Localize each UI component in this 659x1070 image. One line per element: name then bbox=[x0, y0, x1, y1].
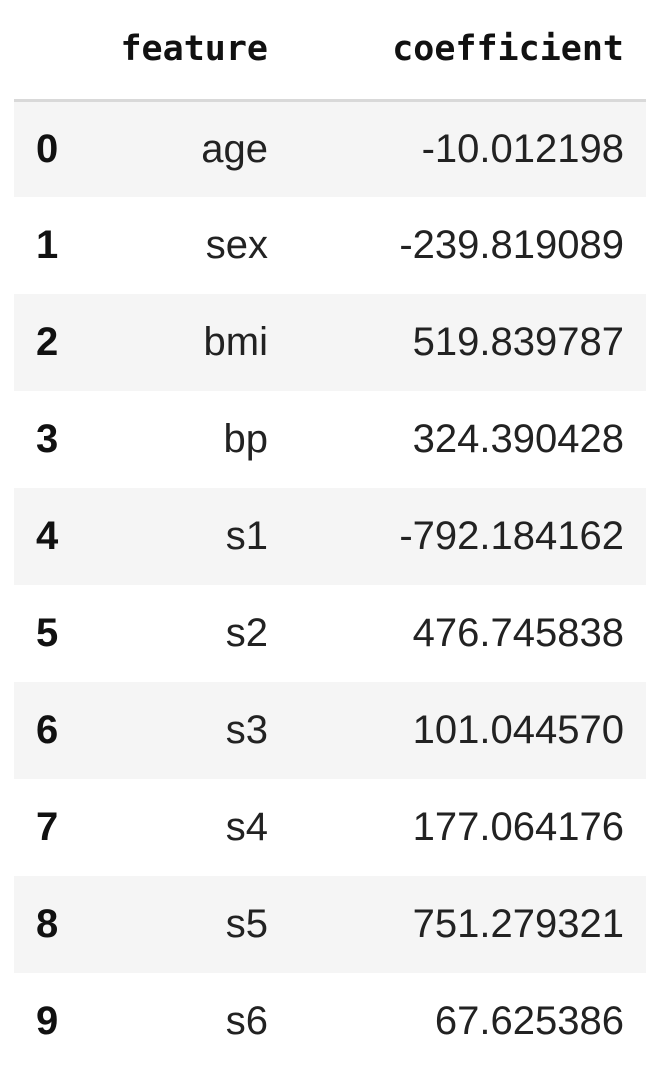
feature-cell: s4 bbox=[225, 805, 268, 849]
coefficient-cell: 177.064176 bbox=[412, 805, 624, 849]
table-row: 9 s6 67.625386 bbox=[14, 973, 646, 1070]
table-body: 0 age -10.012198 1 sex -239.819089 2 bmi… bbox=[14, 100, 646, 1070]
feature-cell: s6 bbox=[225, 999, 268, 1043]
table-row: 3 bp 324.390428 bbox=[14, 391, 646, 488]
row-index: 9 bbox=[36, 999, 59, 1043]
coefficient-column-header: coefficient bbox=[290, 0, 646, 102]
feature-cell: s3 bbox=[225, 708, 268, 752]
row-index: 0 bbox=[36, 126, 59, 171]
table-row: 4 s1 -792.184162 bbox=[14, 488, 646, 585]
header-row: feature coefficient bbox=[14, 0, 646, 102]
feature-cell: s2 bbox=[225, 611, 268, 655]
feature-cell: sex bbox=[205, 223, 268, 267]
coefficient-cell: 324.390428 bbox=[412, 417, 624, 461]
row-index: 2 bbox=[36, 320, 59, 364]
index-column-header bbox=[14, 0, 102, 102]
dataframe-table: feature coefficient 0 age -10.012198 1 s… bbox=[14, 0, 646, 1070]
table-row: 8 s5 751.279321 bbox=[14, 876, 646, 973]
row-index: 4 bbox=[36, 514, 59, 558]
table-row: 7 s4 177.064176 bbox=[14, 779, 646, 876]
coefficient-cell: -10.012198 bbox=[421, 126, 624, 171]
feature-cell: bp bbox=[223, 417, 269, 461]
row-index: 5 bbox=[36, 611, 59, 655]
row-index: 3 bbox=[36, 417, 59, 461]
feature-cell: s5 bbox=[225, 902, 268, 946]
coefficient-cell: 476.745838 bbox=[412, 611, 624, 655]
coefficient-cell: 67.625386 bbox=[434, 999, 624, 1043]
coefficient-cell: 751.279321 bbox=[412, 902, 624, 946]
coefficient-cell: 101.044570 bbox=[412, 708, 624, 752]
row-index: 7 bbox=[36, 805, 59, 849]
table-row: 0 age -10.012198 bbox=[14, 100, 646, 197]
feature-cell: s1 bbox=[225, 514, 268, 558]
table-row: 6 s3 101.044570 bbox=[14, 682, 646, 779]
coefficient-cell: 519.839787 bbox=[412, 320, 624, 364]
coefficient-cell: -239.819089 bbox=[399, 223, 624, 267]
feature-column-header: feature bbox=[102, 0, 290, 102]
feature-cell: bmi bbox=[203, 320, 268, 364]
table-row: 2 bmi 519.839787 bbox=[14, 294, 646, 391]
row-index: 6 bbox=[36, 708, 59, 752]
table-row: 5 s2 476.745838 bbox=[14, 585, 646, 682]
row-index: 1 bbox=[36, 223, 59, 267]
table-header: feature coefficient bbox=[14, 0, 646, 102]
coefficient-cell: -792.184162 bbox=[399, 514, 624, 558]
row-index: 8 bbox=[36, 902, 59, 946]
table-row: 1 sex -239.819089 bbox=[14, 197, 646, 294]
feature-cell: age bbox=[201, 126, 268, 171]
